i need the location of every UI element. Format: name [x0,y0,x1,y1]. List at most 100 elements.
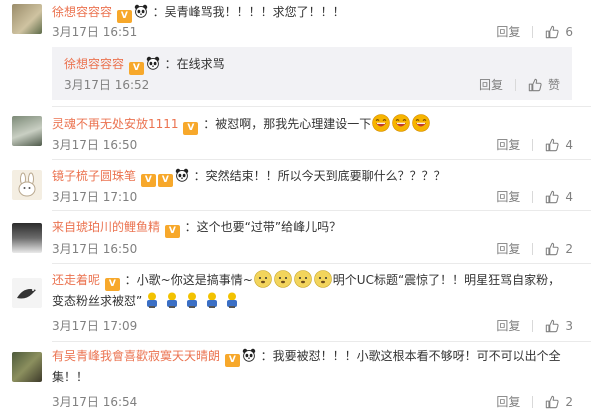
thumbs-up-icon[interactable] [545,138,559,152]
action-divider [532,26,534,38]
doge-emoji-icon [274,270,292,288]
comment-actions: 回复 6 [496,24,573,40]
vip-badge-icon: V [116,10,132,23]
bow-emoji-icon [183,291,201,309]
divider [52,210,591,211]
timestamp: 3月17日 16:52 [64,78,150,92]
avatar[interactable] [12,4,42,34]
comment-content: ：在线求骂 [164,57,225,71]
reply-button[interactable]: 回复 [496,24,520,40]
action-divider [514,79,516,91]
bow-emoji-icon [203,291,221,309]
username-link[interactable]: 灵魂不再无处安放1111 [52,117,179,131]
comment-item: 徐想容容容 V ：吴青峰骂我！！！！求您了！！！ 3月17日 16:51 回复 … [0,0,591,45]
vip-badge-icon: V [128,62,144,75]
timestamp: 3月17日 16:54 [52,395,138,409]
username-link[interactable]: 徐想容容容 [52,5,112,19]
comment-content: ：吴青峰骂我！！！！求您了！！！ [152,5,345,19]
comment-item: 来自琥珀川的鲤鱼精 V ：这个也要“过带”给峰儿吗？ 3月17日 16:50 回… [0,213,591,260]
reply-button[interactable]: 回复 [496,137,520,153]
reply-button[interactable]: 回复 [496,394,520,410]
thumbs-up-icon[interactable] [528,78,542,92]
bow-emoji-icon [143,291,161,309]
comment-text: 灵魂不再无处安放1111 V ：被怼啊，那我先心理建设一下 [52,114,579,135]
vip-badge-icon: V [183,122,199,135]
username-link[interactable]: 有吴青峰我會喜歡寂寞天天晴朗 [52,349,220,363]
username-link[interactable]: 徐想容容容 [64,57,124,71]
avatar[interactable] [12,352,42,382]
bow-emoji-icon [223,291,241,309]
comment-item: 镜子梳子圆珠笔 VV ：突然结束！！所以今天到底要聊什么？？？？ 3月17日 1… [0,162,591,208]
laugh-emoji-icon [392,114,410,132]
comment-actions: 回复 赞 [479,77,560,93]
username-link[interactable]: 镜子梳子圆珠笔 [52,169,136,183]
thumbs-up-icon[interactable] [545,242,559,256]
comment-text: 有吴青峰我會喜歡寂寞天天晴朗 V ：我要被怼！！！小歌这根本看不够呀！可不可以出… [52,346,570,387]
comment-actions: 回复 4 [496,137,573,153]
timestamp: 3月17日 16:50 [52,138,138,152]
like-count[interactable]: 6 [565,24,573,40]
reply-button[interactable]: 回复 [496,241,520,257]
vip-badge-icon: V [224,354,240,367]
panda-icon [175,168,189,182]
vip-badge-icon: V [157,174,173,187]
timestamp: 3月17日 16:50 [52,242,138,256]
like-label[interactable]: 赞 [548,77,560,93]
comment-item: 灵魂不再无处安放1111 V ：被怼啊，那我先心理建设一下 3月17日 16:5… [0,110,591,158]
avatar[interactable] [12,170,42,200]
action-divider [532,396,534,408]
rabbit-avatar-icon [18,172,36,197]
timestamp: 3月17日 17:10 [52,190,138,204]
bow-emoji-icon [163,291,181,309]
panda-icon [146,56,160,70]
like-count[interactable]: 4 [565,189,573,205]
comment-text: 徐想容容容 V ：吴青峰骂我！！！！求您了！！！ [52,2,579,23]
thumbs-up-icon[interactable] [545,25,559,39]
doge-emoji-icon [294,270,312,288]
comment-actions: 回复 2 [496,241,573,257]
divider [52,106,591,107]
comment-actions: 回复 4 [496,189,573,205]
divider [52,159,591,160]
timestamp: 3月17日 16:51 [52,25,138,39]
reply-button[interactable]: 回复 [496,189,520,205]
vip-badge-icon: V [164,225,180,238]
vip-badge-icon: V [104,278,120,291]
divider [52,341,591,342]
panda-icon [242,348,256,362]
comment-content: ：小歌~你这是搞事情~ [124,273,253,287]
avatar[interactable] [12,223,42,253]
username-link[interactable]: 来自琥珀川的鲤鱼精 [52,220,160,234]
laugh-emoji-icon [372,114,390,132]
comment-item: 还走着呢 V ：小歌~你这是搞事情~ 明个UC标题“震惊了！！明星狂骂自家粉，变态… [0,266,591,339]
bird-avatar-icon [17,289,36,299]
like-count[interactable]: 4 [565,137,573,153]
comment-text: 还走着呢 V ：小歌~你这是搞事情~ 明个UC标题“震惊了！！明星狂骂自家粉，变态… [52,270,570,311]
laugh-emoji-icon [412,114,430,132]
thumbs-up-icon[interactable] [545,190,559,204]
like-count[interactable]: 2 [565,394,573,410]
like-count[interactable]: 2 [565,241,573,257]
doge-emoji-icon [254,270,272,288]
comment-content: ：突然结束！！所以今天到底要聊什么？？？？ [193,169,446,183]
avatar[interactable] [12,116,42,146]
reply-button[interactable]: 回复 [479,77,503,93]
comment-content: ：这个也要“过带”给峰儿吗？ [184,220,342,234]
comment-text: 徐想容容容 V ：在线求骂 [64,54,560,75]
divider [52,263,591,264]
thumbs-up-icon[interactable] [545,319,559,333]
comment-actions: 回复 2 [496,394,573,410]
action-divider [532,191,534,203]
thumbs-up-icon[interactable] [545,395,559,409]
action-divider [532,320,534,332]
timestamp: 3月17日 17:09 [52,319,138,333]
doge-emoji-icon [314,270,332,288]
avatar[interactable] [12,278,42,308]
comment-text: 来自琥珀川的鲤鱼精 V ：这个也要“过带”给峰儿吗？ [52,217,579,238]
comment-text: 镜子梳子圆珠笔 VV ：突然结束！！所以今天到底要聊什么？？？？ [52,166,579,187]
sub-reply-box: 徐想容容容 V ：在线求骂 3月17日 16:52 回复 赞 [52,47,572,100]
comment-content: ：被怼啊，那我先心理建设一下 [203,117,372,131]
reply-button[interactable]: 回复 [496,318,520,334]
username-link[interactable]: 还走着呢 [52,273,100,287]
like-count[interactable]: 3 [565,318,573,334]
